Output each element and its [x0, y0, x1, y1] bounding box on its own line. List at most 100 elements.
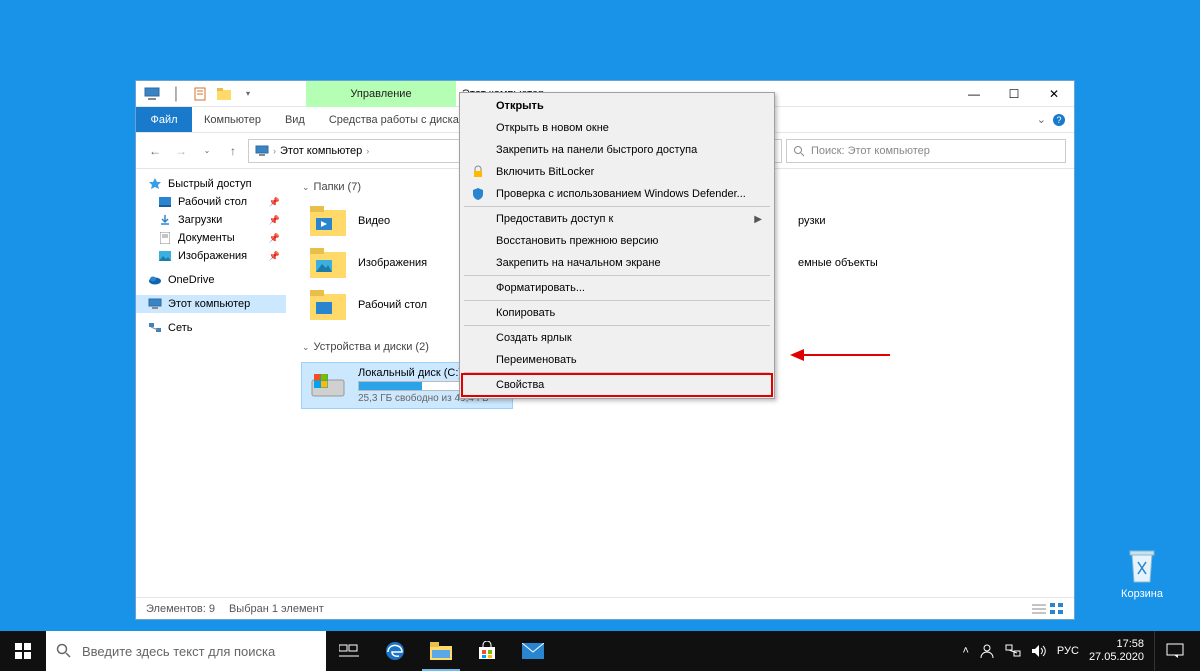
- downloads-icon: [158, 213, 172, 227]
- pin-icon: 📌: [269, 251, 280, 262]
- recent-dropdown[interactable]: ⌄: [196, 140, 218, 162]
- address-chevron-icon[interactable]: ›: [366, 146, 369, 156]
- window-controls: — ☐ ✕: [954, 81, 1074, 107]
- sidebar-this-pc[interactable]: Этот компьютер: [136, 295, 286, 313]
- tab-computer[interactable]: Компьютер: [192, 107, 273, 132]
- tray-clock[interactable]: 17:58 27.05.2020: [1089, 638, 1144, 663]
- start-button[interactable]: [0, 631, 46, 671]
- ctx-open[interactable]: Открыть: [462, 95, 772, 117]
- icons-view-icon[interactable]: [1050, 603, 1064, 615]
- pin-icon: 📌: [269, 215, 280, 226]
- maximize-button[interactable]: ☐: [994, 81, 1034, 107]
- folder-label: емные объекты: [798, 257, 878, 269]
- qat-dropdown-icon[interactable]: ▾: [240, 86, 256, 102]
- ctx-separator: [464, 372, 770, 373]
- ctx-format[interactable]: Форматировать...: [462, 277, 772, 299]
- folder-3d-partial[interactable]: емные объекты: [742, 243, 962, 283]
- ctx-label: Открыть в новом окне: [496, 122, 609, 134]
- ctx-label: Переименовать: [496, 354, 577, 366]
- tab-file[interactable]: Файл: [136, 107, 192, 132]
- taskbar-search[interactable]: Введите здесь текст для поиска: [46, 631, 326, 671]
- ctx-label: Свойства: [496, 379, 544, 391]
- new-folder-icon[interactable]: [216, 86, 232, 102]
- properties-icon[interactable]: [192, 86, 208, 102]
- navigation-pane: Быстрый доступ Рабочий стол 📌 Загрузки 📌 Д…: [136, 169, 286, 597]
- desktop-icon: [158, 195, 172, 209]
- pin-icon: 📌: [269, 233, 280, 244]
- show-desktop[interactable]: [1194, 631, 1200, 671]
- sidebar-label: Сеть: [168, 322, 192, 334]
- sidebar-documents[interactable]: Документы📌: [136, 229, 286, 247]
- sidebar-label: Рабочий стол: [178, 196, 247, 208]
- ctx-rename[interactable]: Переименовать: [462, 349, 772, 371]
- clock-time: 17:58: [1089, 638, 1144, 651]
- tab-view[interactable]: Вид: [273, 107, 317, 132]
- notification-center[interactable]: [1154, 631, 1194, 671]
- search-placeholder: Поиск: Этот компьютер: [811, 145, 930, 157]
- pin-icon: 📌: [269, 197, 280, 208]
- ctx-label: Предоставить доступ к: [496, 213, 613, 225]
- tray-language[interactable]: РУС: [1057, 645, 1079, 657]
- ctx-label: Закрепить на панели быстрого доступа: [496, 144, 697, 156]
- ctx-separator: [464, 325, 770, 326]
- back-button[interactable]: ←: [144, 140, 166, 162]
- help-icon[interactable]: ?: [1052, 113, 1066, 127]
- address-chevron-icon[interactable]: ›: [273, 146, 276, 156]
- tray-chevron-up-icon[interactable]: ˄: [962, 645, 968, 657]
- ctx-create-shortcut[interactable]: Создать ярлык: [462, 327, 772, 349]
- folder-downloads-partial[interactable]: рузки: [742, 201, 962, 241]
- search-box[interactable]: Поиск: Этот компьютер: [786, 139, 1066, 163]
- ctx-restore-previous[interactable]: Восстановить прежнюю версию: [462, 230, 772, 252]
- ctx-copy[interactable]: Копировать: [462, 302, 772, 324]
- sidebar-label: Загрузки: [178, 214, 222, 226]
- ctx-give-access[interactable]: Предоставить доступ к ▶: [462, 208, 772, 230]
- sidebar-downloads[interactable]: Загрузки 📌: [136, 211, 286, 229]
- tray-network-icon[interactable]: [1005, 644, 1021, 658]
- sidebar-desktop[interactable]: Рабочий стол 📌: [136, 193, 286, 211]
- taskbar-edge[interactable]: [372, 631, 418, 671]
- address-root[interactable]: Этот компьютер: [280, 145, 362, 157]
- pictures-icon: [158, 249, 172, 263]
- ctx-pin-quick-access[interactable]: Закрепить на панели быстрого доступа: [462, 139, 772, 161]
- ctx-pin-start[interactable]: Закрепить на начальном экране: [462, 252, 772, 274]
- svg-text:?: ?: [1056, 115, 1061, 125]
- system-tray: ˄ РУС 17:58 27.05.2020: [952, 631, 1154, 671]
- clock-date: 27.05.2020: [1089, 651, 1144, 664]
- ctx-defender[interactable]: Проверка с использованием Windows Defend…: [462, 183, 772, 205]
- status-bar: Элементов: 9 Выбран 1 элемент: [136, 597, 1074, 619]
- forward-button[interactable]: →: [170, 140, 192, 162]
- ribbon-right: ⌄ ?: [1037, 107, 1074, 132]
- view-mode-switch: [1032, 603, 1064, 615]
- annotation-arrow: [790, 345, 890, 365]
- taskbar-file-explorer[interactable]: [418, 631, 464, 671]
- ctx-open-new-window[interactable]: Открыть в новом окне: [462, 117, 772, 139]
- sidebar-onedrive[interactable]: OneDrive: [136, 271, 286, 289]
- taskbar: Введите здесь текст для поиска ˄ РУС 17:…: [0, 631, 1200, 671]
- desktop-recycle-bin[interactable]: Корзина: [1112, 546, 1172, 600]
- tray-volume-icon[interactable]: [1031, 644, 1047, 658]
- sidebar-pictures[interactable]: Изображения📌: [136, 247, 286, 265]
- close-button[interactable]: ✕: [1034, 81, 1074, 107]
- minimize-button[interactable]: —: [954, 81, 994, 107]
- up-button[interactable]: ↑: [222, 140, 244, 162]
- ctx-properties[interactable]: Свойства: [462, 374, 772, 396]
- folder-icon: [308, 289, 348, 321]
- ctx-bitlocker[interactable]: Включить BitLocker: [462, 161, 772, 183]
- ribbon-expand-icon[interactable]: ⌄: [1037, 113, 1046, 126]
- sidebar-quick-access[interactable]: Быстрый доступ: [136, 175, 286, 193]
- details-view-icon[interactable]: [1032, 603, 1046, 615]
- taskbar-store[interactable]: [464, 631, 510, 671]
- ctx-label: Открыть: [496, 100, 544, 112]
- manage-context-tab[interactable]: Управление: [306, 81, 456, 107]
- sidebar-network[interactable]: Сеть: [136, 319, 286, 337]
- drive-icon: [308, 367, 348, 403]
- network-icon: [148, 321, 162, 335]
- folder-label: Видео: [358, 215, 390, 227]
- task-view-button[interactable]: [326, 631, 372, 671]
- taskbar-mail[interactable]: [510, 631, 556, 671]
- sidebar-label: OneDrive: [168, 274, 214, 286]
- onedrive-icon: [148, 273, 162, 287]
- tray-people-icon[interactable]: [979, 643, 995, 659]
- documents-icon: [158, 231, 172, 245]
- submenu-arrow-icon: ▶: [754, 214, 762, 225]
